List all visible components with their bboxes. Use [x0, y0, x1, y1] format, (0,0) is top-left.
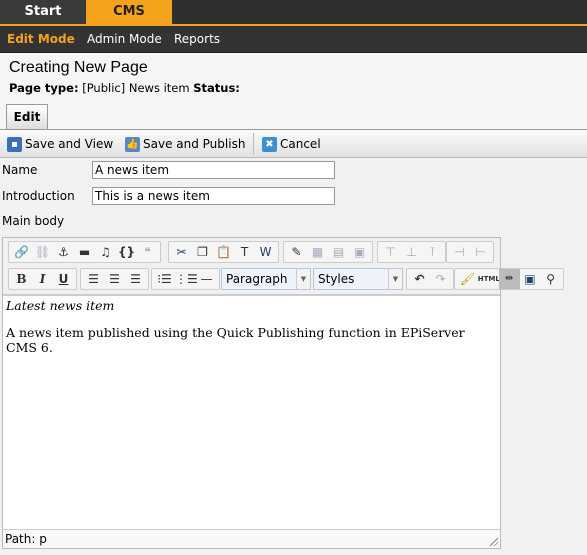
- resize-grip-icon[interactable]: [488, 536, 498, 546]
- save-and-view-label: Save and View: [25, 137, 114, 151]
- code-icon[interactable]: {}: [116, 242, 137, 262]
- align-left-icon[interactable]: ☰: [83, 269, 104, 289]
- bullet-list-icon[interactable]: ⁝☰: [154, 269, 175, 289]
- clipboard-group: ✂ ❐ 📋 T W: [168, 241, 279, 263]
- save-and-publish-button[interactable]: 👍 Save and Publish: [125, 130, 245, 158]
- format-group: B I U: [8, 268, 77, 290]
- align-group: ☰ ☰ ☰: [80, 268, 149, 290]
- status-label: Status:: [193, 81, 240, 95]
- insert-row-before-icon[interactable]: ⊤: [380, 242, 401, 262]
- cell-props-icon[interactable]: ▣: [349, 242, 370, 262]
- unlink-icon[interactable]: ⛓: [32, 242, 53, 262]
- paste-word-icon[interactable]: W: [255, 242, 276, 262]
- save-and-view-button[interactable]: ▪ Save and View: [7, 130, 113, 158]
- align-right-icon[interactable]: ☰: [125, 269, 146, 289]
- cancel-label: Cancel: [280, 137, 321, 151]
- link-group: 🔗 ⛓ ⚓ ▬ ♫ {} ❝: [8, 241, 161, 263]
- save-and-publish-label: Save and Publish: [143, 137, 246, 151]
- insert-row-after-icon[interactable]: ⊥: [401, 242, 422, 262]
- delete-row-icon[interactable]: ⊺: [422, 242, 443, 262]
- page-title: Creating New Page: [9, 59, 148, 76]
- close-icon: ✖: [262, 136, 277, 152]
- redo-icon[interactable]: ↷: [430, 269, 451, 289]
- align-center-icon[interactable]: ☰: [104, 269, 125, 289]
- search-icon[interactable]: ⚲: [540, 269, 561, 289]
- tools-group: 🖌 HTML ⇹ ▣ ⚲: [454, 268, 564, 290]
- italic-icon[interactable]: I: [32, 269, 53, 289]
- row-props-icon[interactable]: ▤: [328, 242, 349, 262]
- quote-icon[interactable]: ❝: [137, 242, 158, 262]
- introduction-input[interactable]: This is a news item: [92, 187, 335, 205]
- tab-start[interactable]: Start: [0, 0, 86, 24]
- row-group: ⊤ ⊥ ⊺: [377, 241, 446, 263]
- insert-col-before-icon[interactable]: ⊣: [449, 242, 470, 262]
- image-icon[interactable]: ▬: [74, 242, 95, 262]
- chevron-down-icon[interactable]: ▼: [296, 269, 310, 289]
- main-body-label: Main body: [2, 214, 65, 228]
- tab-cms[interactable]: CMS: [86, 0, 172, 24]
- tab-edit[interactable]: Edit: [6, 104, 48, 129]
- content-paragraph: A news item published using the Quick Pu…: [6, 325, 465, 355]
- insert-col-after-icon[interactable]: ⊢: [470, 242, 491, 262]
- fullscreen-icon[interactable]: ▣: [520, 269, 541, 289]
- action-toolbar: ▪ Save and View 👍 Save and Publish ✖ Can…: [0, 129, 587, 158]
- editor-content[interactable]: Latest news item A news item published u…: [3, 296, 500, 530]
- styles-select[interactable]: Styles ▼: [313, 268, 403, 290]
- mode-bar: Edit Mode Admin Mode Reports: [0, 26, 587, 53]
- name-label: Name: [2, 163, 38, 177]
- format-select[interactable]: Paragraph ▼: [221, 268, 311, 290]
- list-group: ⁝☰ ⋮☰ —: [151, 268, 220, 290]
- page-meta: Page type: [Public] News item Status:: [9, 81, 240, 95]
- link-icon[interactable]: 🔗: [11, 242, 32, 262]
- chevron-down-icon[interactable]: ▼: [388, 269, 402, 289]
- underline-icon[interactable]: U: [53, 269, 74, 289]
- table-group: ✎ ▦ ▤ ▣: [283, 241, 373, 263]
- html-button[interactable]: HTML: [478, 269, 500, 289]
- rich-text-editor: 🔗 ⛓ ⚓ ▬ ♫ {} ❝ ✂ ❐ 📋 T W ✎ ▦ ▤ ▣ ⊤ ⊥ ⊺ ⊣…: [2, 237, 564, 549]
- format-select-value: Paragraph: [226, 272, 288, 286]
- paste-icon[interactable]: 📋: [213, 242, 234, 262]
- introduction-label: Introduction: [2, 189, 75, 203]
- save-icon: ▪: [7, 136, 22, 152]
- content-heading: Latest news item: [6, 298, 115, 313]
- copy-icon[interactable]: ❐: [192, 242, 213, 262]
- numbered-list-icon[interactable]: ⋮☰: [175, 269, 198, 289]
- editor-toolbar: 🔗 ⛓ ⚓ ▬ ♫ {} ❝ ✂ ❐ 📋 T W ✎ ▦ ▤ ▣ ⊤ ⊥ ⊺ ⊣…: [3, 238, 564, 296]
- thumbs-up-icon: 👍: [125, 136, 140, 152]
- history-group: ↶ ↷: [406, 268, 454, 290]
- page-type-value: [Public] News item: [82, 81, 190, 95]
- styles-select-value: Styles: [318, 272, 355, 286]
- divider: [253, 133, 254, 155]
- horizontal-rule-icon[interactable]: —: [196, 269, 217, 289]
- top-nav: Start CMS: [0, 0, 587, 26]
- cancel-button[interactable]: ✖ Cancel: [262, 130, 321, 158]
- media-icon[interactable]: ♫: [95, 242, 116, 262]
- column-group: ⊣ ⊢: [446, 241, 494, 263]
- table-icon[interactable]: ✎: [286, 242, 307, 262]
- page-header: Creating New Page Page type: [Public] Ne…: [0, 53, 587, 129]
- admin-mode-link[interactable]: Admin Mode: [87, 26, 162, 53]
- visual-aid-icon[interactable]: ⇹: [498, 269, 520, 289]
- paste-text-icon[interactable]: T: [234, 242, 255, 262]
- path-text: Path: p: [5, 532, 47, 546]
- delete-table-icon[interactable]: ▦: [307, 242, 328, 262]
- bold-icon[interactable]: B: [11, 269, 32, 289]
- reports-link[interactable]: Reports: [174, 26, 220, 53]
- cut-icon[interactable]: ✂: [171, 242, 192, 262]
- undo-icon[interactable]: ↶: [409, 269, 430, 289]
- name-input[interactable]: A news item: [92, 161, 335, 179]
- page-type-label: Page type:: [9, 81, 79, 95]
- anchor-icon[interactable]: ⚓: [53, 242, 74, 262]
- edit-mode-link[interactable]: Edit Mode: [7, 26, 75, 53]
- cleanup-brush-icon[interactable]: 🖌: [457, 269, 478, 289]
- editor-status-path: Path: p: [3, 529, 500, 548]
